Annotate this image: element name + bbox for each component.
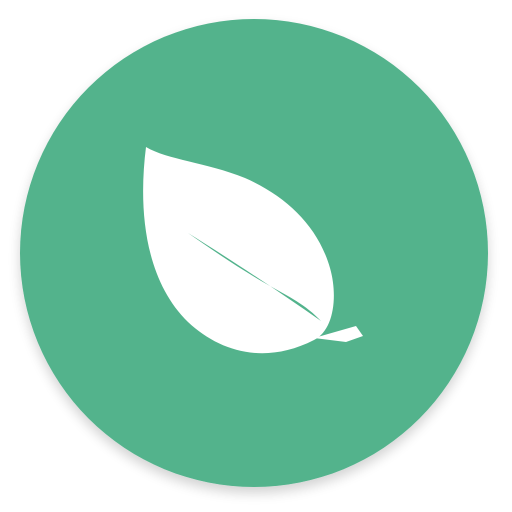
app-icon-canvas (0, 0, 512, 512)
app-icon[interactable] (0, 0, 512, 512)
